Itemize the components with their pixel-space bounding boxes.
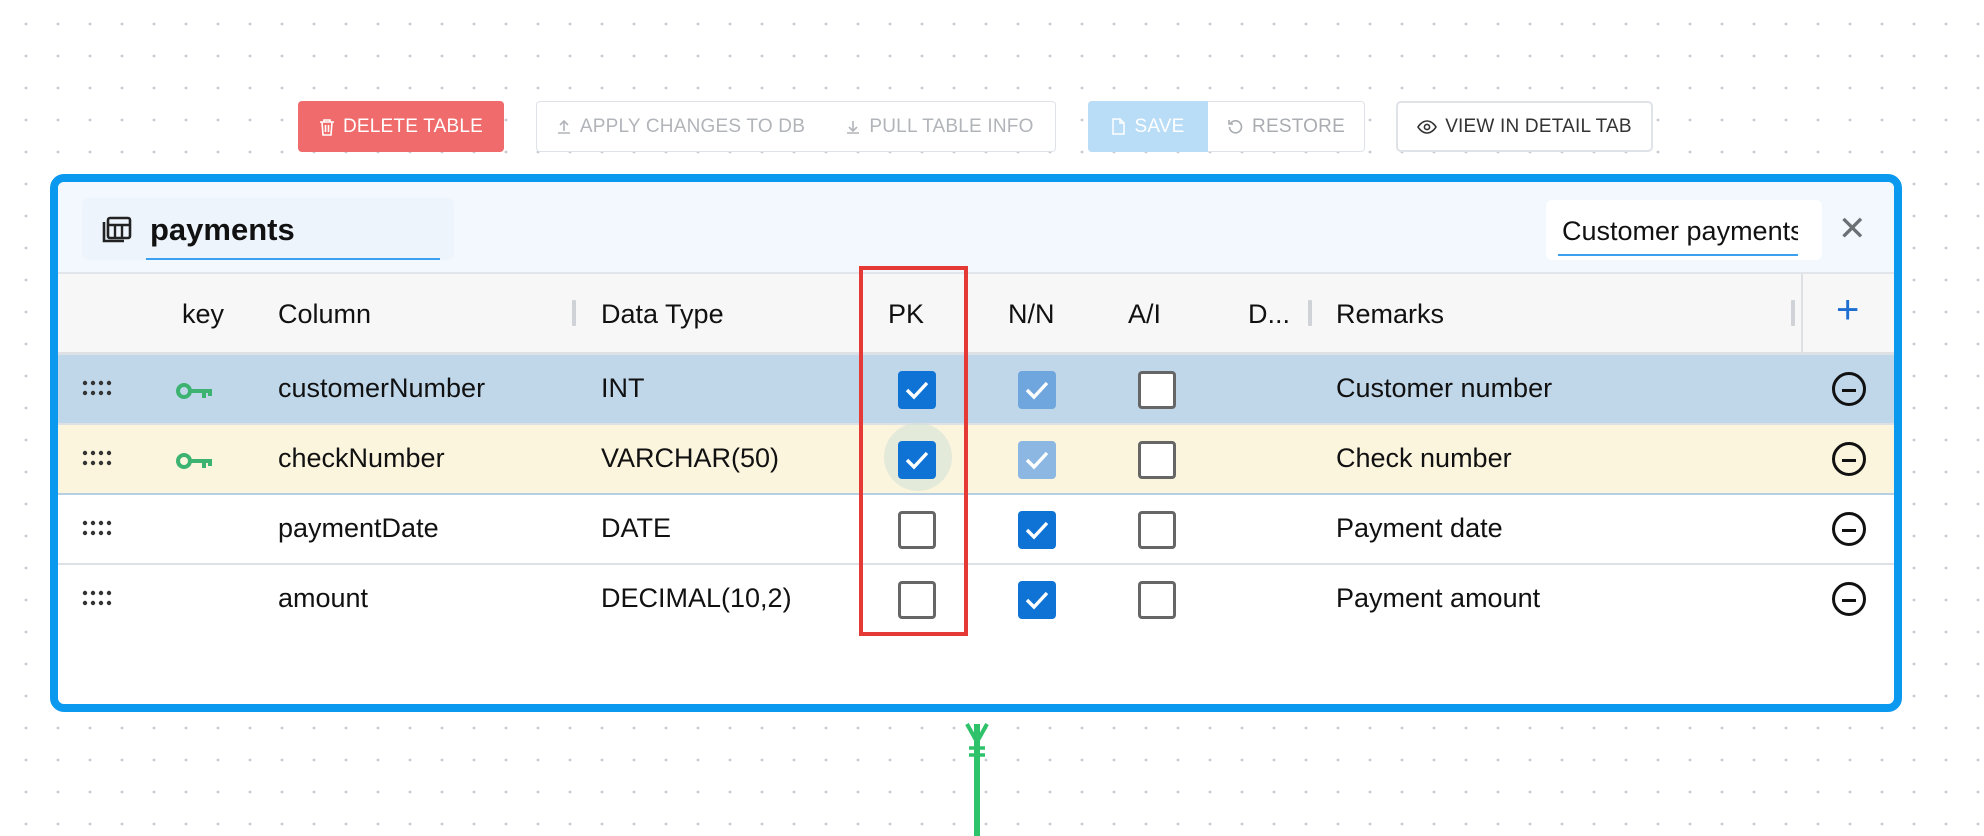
view-in-detail-tab-label: VIEW IN DETAIL TAB bbox=[1445, 115, 1632, 137]
pk-checkbox[interactable] bbox=[898, 511, 936, 549]
remarks[interactable]: Payment date bbox=[1336, 513, 1503, 544]
header-default: D... bbox=[1248, 299, 1291, 329]
data-type[interactable]: INT bbox=[601, 373, 645, 404]
pk-checkbox[interactable] bbox=[898, 371, 936, 409]
table-card: payments Customer payments ✕ key Column … bbox=[50, 174, 1902, 712]
eye-icon bbox=[1417, 119, 1438, 134]
file-icon bbox=[1111, 118, 1126, 135]
header-data-type: Data Type bbox=[601, 299, 724, 329]
header-pk: PK bbox=[888, 299, 925, 329]
key-icon bbox=[176, 381, 214, 406]
remarks[interactable]: Customer number bbox=[1336, 373, 1552, 404]
pull-table-info-label: PULL TABLE INFO bbox=[869, 115, 1034, 137]
delete-table-button[interactable]: DELETE TABLE bbox=[298, 101, 504, 152]
drag-handle-icon[interactable] bbox=[82, 449, 112, 474]
restore-icon bbox=[1227, 118, 1244, 135]
add-column-plus-icon[interactable]: + bbox=[1836, 290, 1859, 330]
download-icon bbox=[845, 119, 861, 135]
relationship-crowfoot-icon bbox=[961, 722, 993, 769]
drag-handle-icon[interactable] bbox=[82, 519, 112, 544]
table-remark-underline bbox=[1558, 254, 1798, 256]
delete-table-label: DELETE TABLE bbox=[342, 115, 484, 137]
restore-button[interactable]: RESTORE bbox=[1208, 101, 1364, 152]
table-name-underline bbox=[146, 258, 440, 260]
trash-icon bbox=[319, 118, 335, 136]
remove-column-minus-circle-icon[interactable] bbox=[1832, 442, 1866, 476]
pk-checkbox[interactable] bbox=[898, 581, 936, 619]
data-type[interactable]: DECIMAL(10,2) bbox=[601, 583, 792, 614]
pk-checkbox[interactable] bbox=[898, 441, 936, 479]
remove-column-minus-circle-icon[interactable] bbox=[1832, 582, 1866, 616]
key-icon bbox=[176, 451, 214, 476]
data-type[interactable]: DATE bbox=[601, 513, 671, 544]
column-name[interactable]: customerNumber bbox=[278, 373, 485, 404]
remarks[interactable]: Payment amount bbox=[1336, 583, 1540, 614]
apply-changes-button[interactable]: APPLY CHANGES TO DB bbox=[538, 101, 823, 152]
header-not-null: N/N bbox=[1008, 299, 1055, 329]
column-name[interactable]: checkNumber bbox=[278, 443, 445, 474]
data-type[interactable]: VARCHAR(50) bbox=[601, 443, 779, 474]
header-remarks: Remarks bbox=[1336, 299, 1445, 329]
not-null-checkbox[interactable] bbox=[1018, 581, 1056, 619]
not-null-checkbox[interactable] bbox=[1018, 511, 1056, 549]
table-row[interactable]: checkNumber VARCHAR(50) Check number bbox=[58, 423, 1894, 495]
column-resize-handle[interactable] bbox=[1308, 300, 1312, 326]
auto-increment-checkbox[interactable] bbox=[1138, 511, 1176, 549]
auto-increment-checkbox[interactable] bbox=[1138, 371, 1176, 409]
close-icon[interactable]: ✕ bbox=[1838, 212, 1867, 246]
drag-handle-icon[interactable] bbox=[82, 589, 112, 614]
restore-label: RESTORE bbox=[1252, 115, 1345, 137]
drag-handle-icon[interactable] bbox=[82, 379, 112, 404]
header-key: key bbox=[182, 299, 225, 329]
column-name[interactable]: paymentDate bbox=[278, 513, 439, 544]
table-row[interactable]: amount DECIMAL(10,2) Payment amount bbox=[58, 565, 1894, 635]
header-auto-increment: A/I bbox=[1128, 299, 1162, 329]
view-in-detail-tab-button[interactable]: VIEW IN DETAIL TAB bbox=[1396, 101, 1653, 152]
not-null-checkbox[interactable] bbox=[1018, 371, 1056, 409]
auto-increment-checkbox[interactable] bbox=[1138, 581, 1176, 619]
column-name[interactable]: amount bbox=[278, 583, 368, 614]
save-label: SAVE bbox=[1134, 115, 1185, 137]
pull-table-info-button[interactable]: PULL TABLE INFO bbox=[824, 101, 1055, 152]
table-icon bbox=[102, 216, 132, 249]
table-row[interactable]: paymentDate DATE Payment date bbox=[58, 495, 1894, 565]
auto-increment-checkbox[interactable] bbox=[1138, 441, 1176, 479]
save-button[interactable]: SAVE bbox=[1088, 101, 1208, 152]
remove-column-minus-circle-icon[interactable] bbox=[1832, 372, 1866, 406]
apply-changes-label: APPLY CHANGES TO DB bbox=[579, 115, 806, 137]
table-row[interactable]: customerNumber INT Customer number bbox=[58, 355, 1894, 425]
table-name: payments bbox=[150, 212, 295, 247]
remarks[interactable]: Check number bbox=[1336, 443, 1512, 474]
column-resize-handle[interactable] bbox=[1791, 300, 1795, 326]
column-resize-handle[interactable] bbox=[572, 300, 576, 326]
remove-column-minus-circle-icon[interactable] bbox=[1832, 512, 1866, 546]
table-remark: Customer payments bbox=[1562, 216, 1798, 246]
not-null-checkbox[interactable] bbox=[1018, 441, 1056, 479]
header-column: Column bbox=[278, 299, 372, 329]
upload-icon bbox=[556, 119, 572, 135]
